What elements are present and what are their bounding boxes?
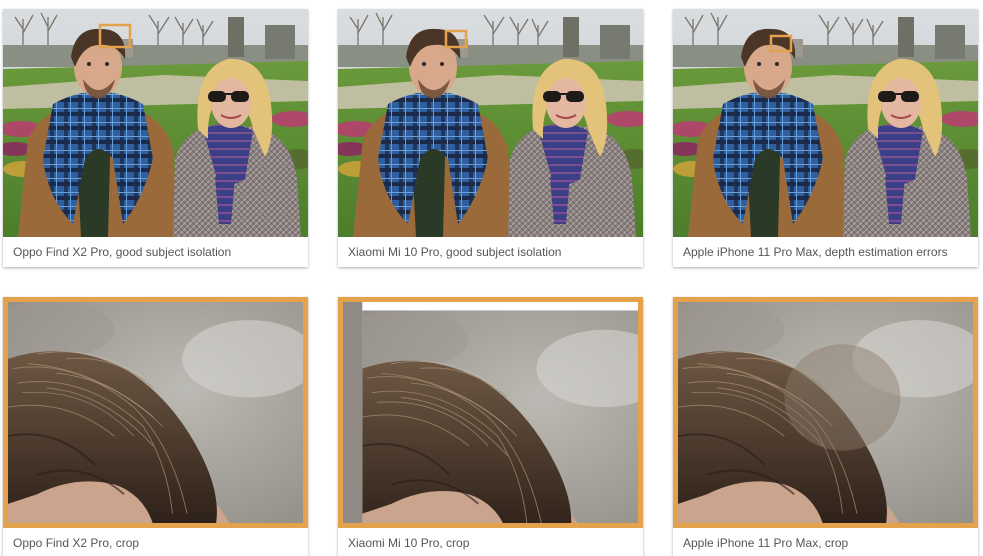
photo-caption: Xiaomi Mi 10 Pro, good subject isolation (348, 245, 562, 259)
comparison-grid: Oppo Find X2 Pro, good subject isolation… (0, 0, 983, 556)
sample-card-iphone-crop[interactable]: Apple iPhone 11 Pro Max, crop (673, 297, 978, 556)
photo-caption: Apple iPhone 11 Pro Max, crop (683, 536, 849, 550)
sample-photo[interactable] (3, 9, 308, 237)
sample-card-oppo-crop[interactable]: Oppo Find X2 Pro, crop (3, 297, 308, 556)
sample-card-xiaomi-portrait[interactable]: Xiaomi Mi 10 Pro, good subject isolation (338, 9, 643, 267)
sample-card-xiaomi-crop[interactable]: Xiaomi Mi 10 Pro, crop (338, 297, 643, 556)
crop-photo[interactable] (338, 297, 643, 528)
crop-photo[interactable] (3, 297, 308, 528)
photo-caption: Xiaomi Mi 10 Pro, crop (348, 536, 470, 550)
sample-card-oppo-portrait[interactable]: Oppo Find X2 Pro, good subject isolation (3, 9, 308, 267)
sample-photo[interactable] (338, 9, 643, 237)
sample-photo[interactable] (673, 9, 978, 237)
sample-card-iphone-portrait[interactable]: Apple iPhone 11 Pro Max, depth estimatio… (673, 9, 978, 267)
photo-caption: Oppo Find X2 Pro, good subject isolation (13, 245, 232, 259)
photo-caption: Oppo Find X2 Pro, crop (13, 536, 140, 550)
photo-caption: Apple iPhone 11 Pro Max, depth estimatio… (683, 245, 948, 259)
crop-photo[interactable] (673, 297, 978, 528)
